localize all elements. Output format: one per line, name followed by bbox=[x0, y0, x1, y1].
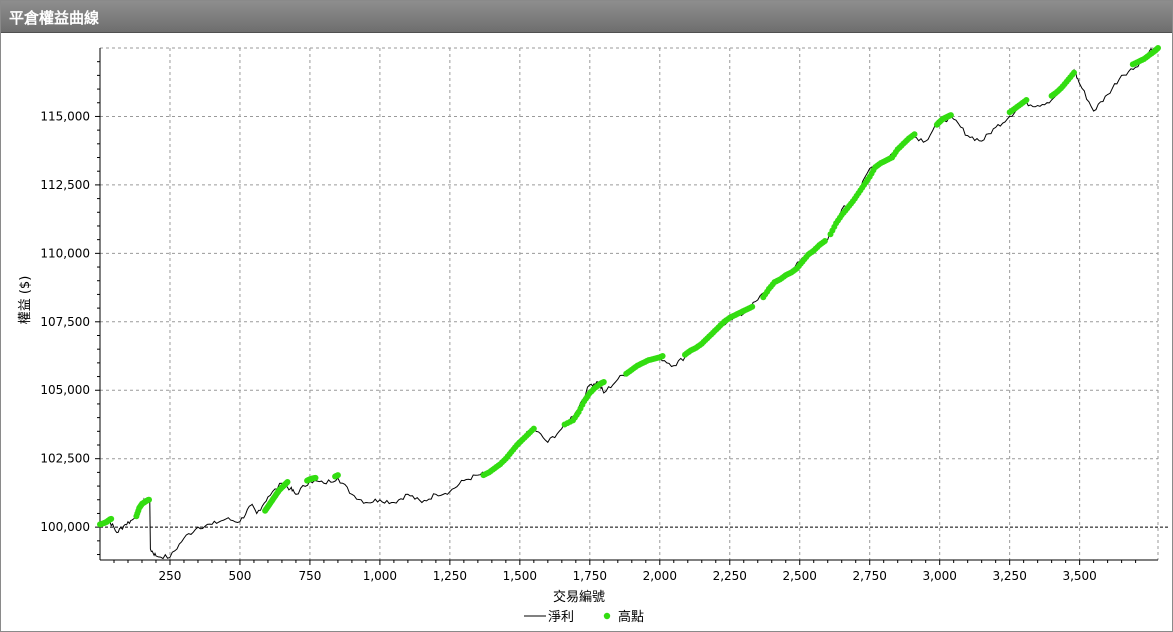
x-axis-title: 交易編號 bbox=[553, 589, 605, 605]
new-high-point bbox=[1023, 97, 1030, 103]
y-tick-label: 115,000 bbox=[40, 109, 90, 123]
net-profit-line bbox=[99, 46, 1159, 560]
y-axis-title: 權益 ($) bbox=[18, 276, 33, 325]
new-high-point bbox=[312, 474, 319, 481]
label-layer: 250 500 750 1,000 1,250 1,500 1,750 2,000 2,250 2… bbox=[40, 109, 1096, 583]
x-tick-label: 1,750 bbox=[573, 569, 607, 583]
new-high-point bbox=[600, 379, 607, 385]
new-high-point bbox=[108, 515, 115, 522]
legend-label-highs: 高點 bbox=[618, 609, 644, 625]
new-high-point bbox=[530, 425, 537, 432]
y-tick-label: 100,000 bbox=[40, 520, 90, 534]
grid-layer bbox=[100, 47, 1170, 560]
new-high-point bbox=[659, 353, 666, 359]
new-high-point bbox=[911, 131, 918, 138]
y-tick-label: 107,500 bbox=[40, 315, 90, 329]
new-high-point bbox=[334, 472, 341, 479]
equity-chart: 250 500 750 1,000 1,250 1,500 1,750 2,000 2,250 2… bbox=[18, 45, 1170, 625]
legend-dot-swatch bbox=[603, 612, 611, 620]
series-layer bbox=[97, 45, 1161, 560]
x-tick-label: 2,750 bbox=[853, 569, 887, 583]
x-tick-label: 1,250 bbox=[433, 569, 467, 583]
new-high-point bbox=[146, 496, 152, 503]
x-tick-label: 1,500 bbox=[503, 569, 537, 583]
x-tick-label: 250 bbox=[159, 569, 182, 583]
new-high-point bbox=[284, 479, 291, 485]
x-tick-label: 750 bbox=[298, 569, 321, 583]
x-tick-label: 3,500 bbox=[1062, 569, 1096, 583]
new-high-point bbox=[821, 238, 828, 244]
x-tick-label: 3,000 bbox=[923, 569, 957, 583]
x-tick-label: 2,250 bbox=[713, 569, 747, 583]
new-high-point bbox=[947, 112, 954, 119]
new-high-point bbox=[749, 303, 756, 310]
legend: 淨利 高點 bbox=[524, 609, 644, 625]
new-high-point bbox=[1071, 69, 1077, 76]
x-tick-label: 1,000 bbox=[363, 569, 397, 583]
x-tick-label: 2,500 bbox=[783, 569, 817, 583]
y-tick-label: 112,500 bbox=[40, 178, 90, 192]
y-tick-label: 102,500 bbox=[40, 452, 90, 466]
y-tick-label: 110,000 bbox=[40, 246, 90, 260]
legend-label-net: 淨利 bbox=[548, 610, 574, 625]
x-tick-label: 2,000 bbox=[643, 569, 677, 583]
y-tick-label: 105,000 bbox=[40, 383, 90, 397]
new-high-point bbox=[1155, 45, 1161, 51]
x-tick-label: 500 bbox=[228, 569, 251, 583]
x-tick-label: 3,250 bbox=[992, 569, 1026, 583]
